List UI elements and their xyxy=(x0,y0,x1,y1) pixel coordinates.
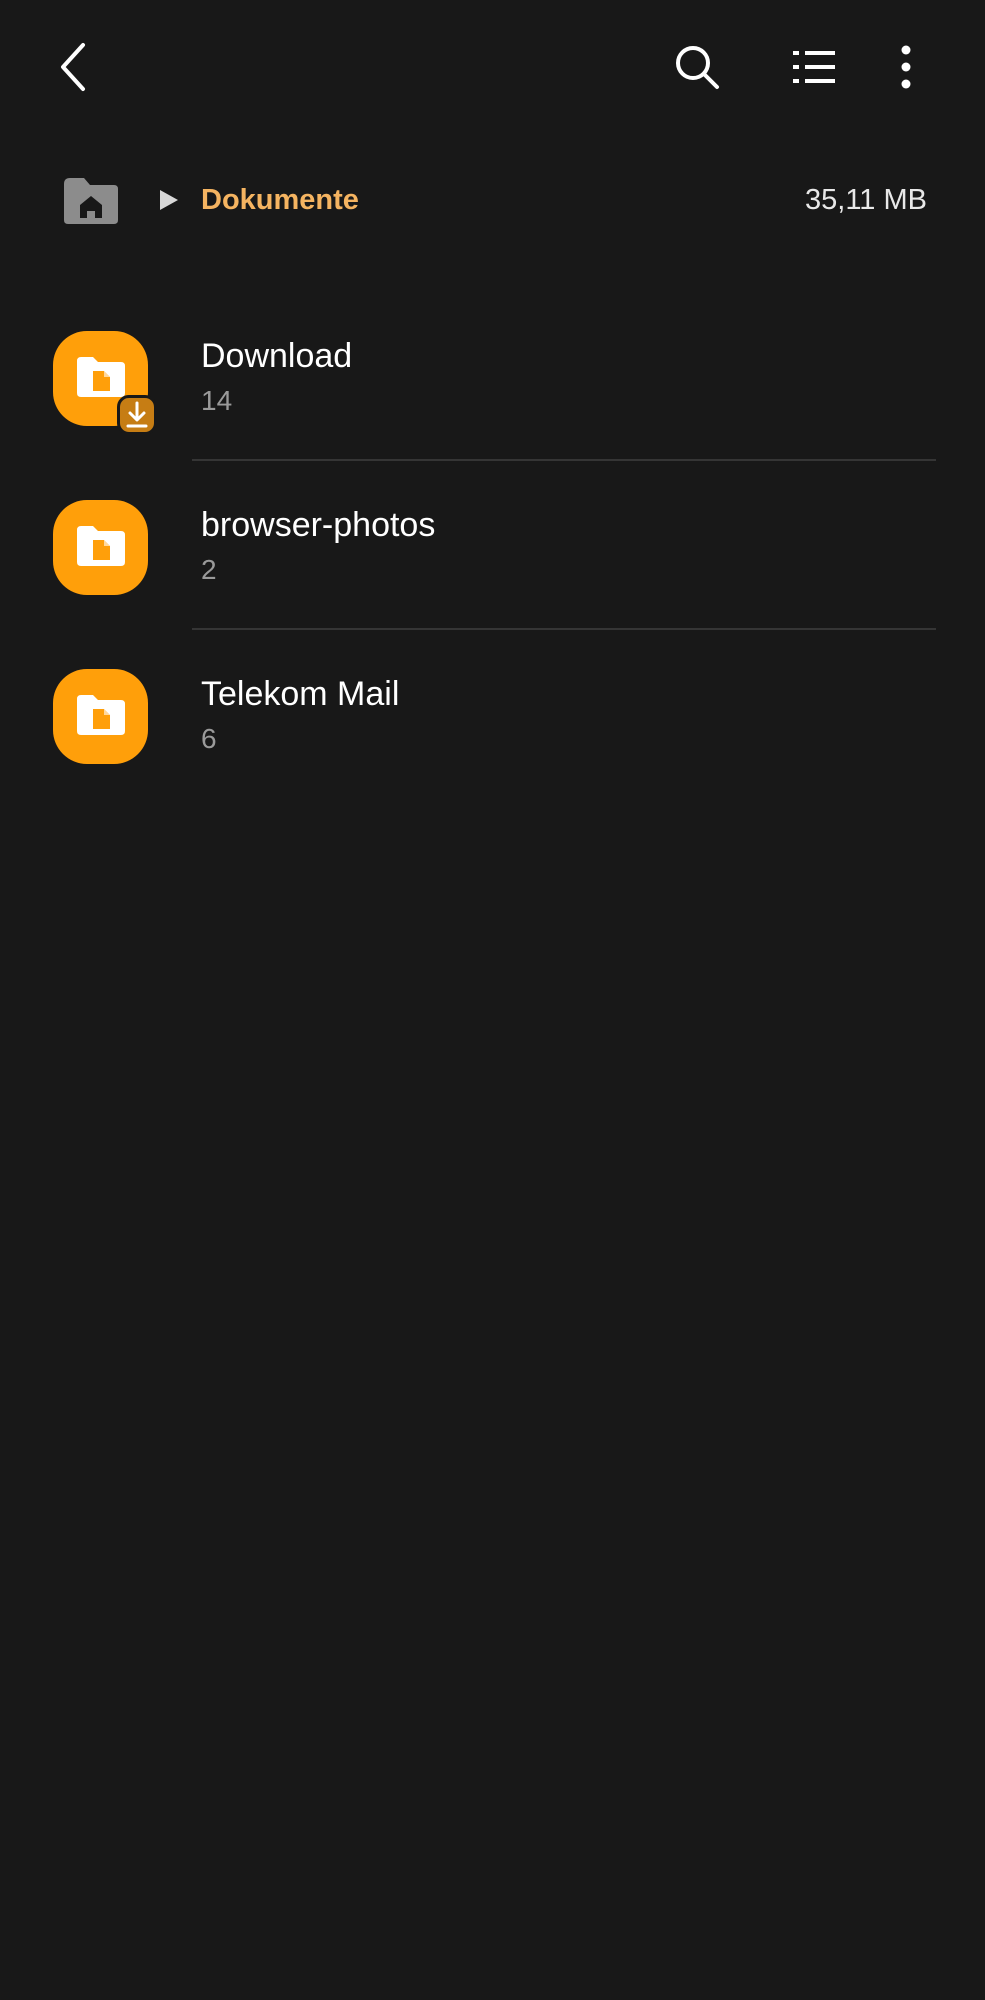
folder-name: Telekom Mail xyxy=(201,675,400,713)
home-button[interactable] xyxy=(62,176,120,226)
list-view-button[interactable] xyxy=(774,27,854,107)
more-vertical-icon xyxy=(901,45,911,89)
back-button[interactable] xyxy=(35,27,115,107)
list-item-browser-photos[interactable]: browser-photos 2 xyxy=(0,461,985,630)
play-arrow-icon xyxy=(160,190,178,210)
search-button[interactable] xyxy=(657,27,737,107)
chevron-left-icon xyxy=(61,43,85,91)
folder-name: browser-photos xyxy=(201,506,436,544)
storage-size: 35,11 MB xyxy=(805,184,927,216)
search-icon xyxy=(676,46,719,89)
folder-name: Download xyxy=(201,337,353,375)
list-item-download[interactable]: Download 14 xyxy=(0,292,985,461)
list-item-telekom-mail[interactable]: Telekom Mail 6 xyxy=(0,630,985,799)
toolbar xyxy=(0,0,985,140)
breadcrumb: Dokumente 35,11 MB xyxy=(0,160,985,240)
home-folder-icon xyxy=(64,178,118,224)
folder-item-count: 2 xyxy=(201,554,217,585)
more-options-button[interactable] xyxy=(866,27,946,107)
download-folder-icon xyxy=(53,331,157,435)
file-manager-screen: Dokumente 35,11 MB Download 14 browser-p… xyxy=(0,0,985,2000)
folder-item-count: 6 xyxy=(201,723,217,754)
download-badge-icon xyxy=(117,395,157,435)
list-view-icon xyxy=(793,51,835,83)
folder-icon xyxy=(53,669,148,764)
folder-list: Download 14 browser-photos 2 Telekom Mai… xyxy=(0,292,985,799)
folder-item-count: 14 xyxy=(201,385,233,416)
folder-icon xyxy=(53,500,148,595)
breadcrumb-current[interactable]: Dokumente xyxy=(201,180,359,220)
